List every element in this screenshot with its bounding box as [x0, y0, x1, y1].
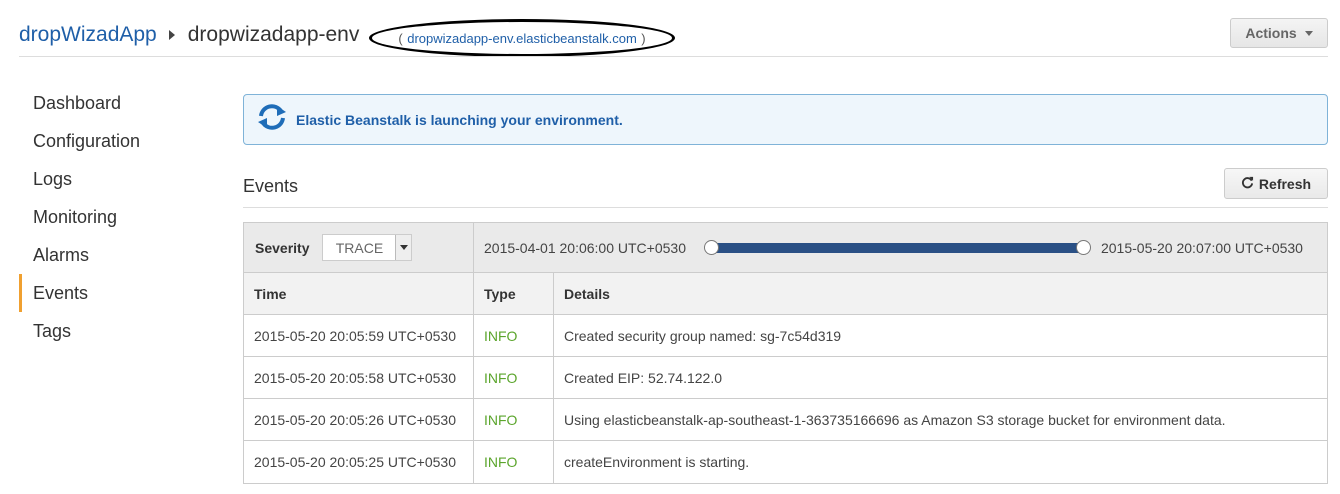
actions-button[interactable]: Actions	[1230, 18, 1328, 48]
event-details: Created security group named: sg-7c54d31…	[564, 327, 842, 344]
table-row: 2015-05-20 20:05:25 UTC+0530 INFO create…	[244, 441, 1327, 483]
events-table: Severity TRACE 2015-04-01 20:06:00 UTC+0…	[243, 222, 1328, 484]
slider-end-handle[interactable]	[1075, 239, 1091, 255]
severity-filter: Severity TRACE	[244, 223, 474, 272]
event-time: 2015-05-20 20:05:25 UTC+0530	[244, 441, 474, 483]
actions-button-label: Actions	[1245, 25, 1297, 41]
breadcrumb-arrow-icon	[168, 30, 175, 40]
env-url-highlight: ( dropwizadapp-env.elasticbeanstalk.com …	[369, 19, 675, 57]
table-header: Time Type Details	[244, 273, 1327, 315]
column-header-time[interactable]: Time	[244, 273, 474, 314]
events-filter-bar: Severity TRACE 2015-04-01 20:06:00 UTC+0…	[244, 223, 1327, 273]
environment-name: dropwizadapp-env	[187, 23, 360, 46]
event-details: Created EIP: 52.74.122.0	[564, 369, 722, 386]
event-details: createEnvironment is starting.	[564, 454, 750, 470]
refresh-button-label: Refresh	[1258, 175, 1312, 192]
banner-text: Elastic Beanstalk is launching your envi…	[296, 111, 623, 128]
severity-label: Severity	[255, 239, 310, 256]
column-header-details[interactable]: Details	[554, 273, 1327, 314]
header-divider	[19, 56, 1328, 57]
event-type: INFO	[474, 441, 554, 483]
sidebar-item-tags[interactable]: Tags	[19, 312, 219, 350]
env-url-link[interactable]: dropwizadapp-env.elasticbeanstalk.com	[407, 31, 637, 46]
refresh-icon	[1241, 176, 1254, 192]
sidebar-item-monitoring[interactable]: Monitoring	[19, 198, 219, 236]
sidebar-item-logs[interactable]: Logs	[19, 160, 219, 198]
event-time: 2015-05-20 20:05:59 UTC+0530	[244, 315, 474, 356]
event-details: Using elasticbeanstalk-ap-southeast-1-36…	[564, 411, 1226, 428]
launch-status-banner: Elastic Beanstalk is launching your envi…	[243, 94, 1328, 145]
date-range-slider[interactable]	[703, 239, 1091, 255]
sidebar-item-alarms[interactable]: Alarms	[19, 236, 219, 274]
date-range-filter: 2015-04-01 20:06:00 UTC+0530 2015-05-20 …	[474, 223, 1327, 272]
severity-select[interactable]: TRACE	[322, 234, 413, 261]
events-divider	[243, 207, 1328, 208]
breadcrumb: dropWizadApp dropwizadapp-env	[19, 20, 359, 50]
range-start-label: 2015-04-01 20:06:00 UTC+0530	[484, 239, 686, 256]
sidebar-nav: Dashboard Configuration Logs Monitoring …	[19, 84, 219, 350]
table-row: 2015-05-20 20:05:26 UTC+0530 INFO Using …	[244, 399, 1327, 441]
table-row: 2015-05-20 20:05:58 UTC+0530 INFO Create…	[244, 357, 1327, 399]
event-time: 2015-05-20 20:05:26 UTC+0530	[244, 399, 474, 440]
event-type: INFO	[474, 399, 554, 440]
env-url-open-paren: (	[398, 30, 403, 46]
refresh-button[interactable]: Refresh	[1224, 168, 1328, 199]
table-row: 2015-05-20 20:05:59 UTC+0530 INFO Create…	[244, 315, 1327, 357]
sidebar-item-events[interactable]: Events	[19, 274, 219, 312]
event-type: INFO	[474, 357, 554, 398]
env-url-close-paren: )	[641, 30, 646, 46]
severity-select-value: TRACE	[335, 239, 384, 256]
event-type: INFO	[474, 315, 554, 356]
sidebar-item-configuration[interactable]: Configuration	[19, 122, 219, 160]
range-end-label: 2015-05-20 20:07:00 UTC+0530	[1100, 239, 1303, 256]
column-header-type[interactable]: Type	[474, 273, 554, 314]
app-name-link[interactable]: dropWizadApp	[19, 23, 157, 47]
caret-down-icon	[1304, 30, 1313, 36]
sidebar-item-dashboard[interactable]: Dashboard	[19, 84, 219, 122]
chevron-down-icon[interactable]	[395, 235, 412, 260]
slider-start-handle[interactable]	[703, 239, 719, 255]
event-time: 2015-05-20 20:05:58 UTC+0530	[244, 357, 474, 398]
refresh-cycle-icon	[256, 103, 288, 136]
slider-track	[711, 242, 1084, 253]
events-heading: Events	[243, 176, 299, 196]
